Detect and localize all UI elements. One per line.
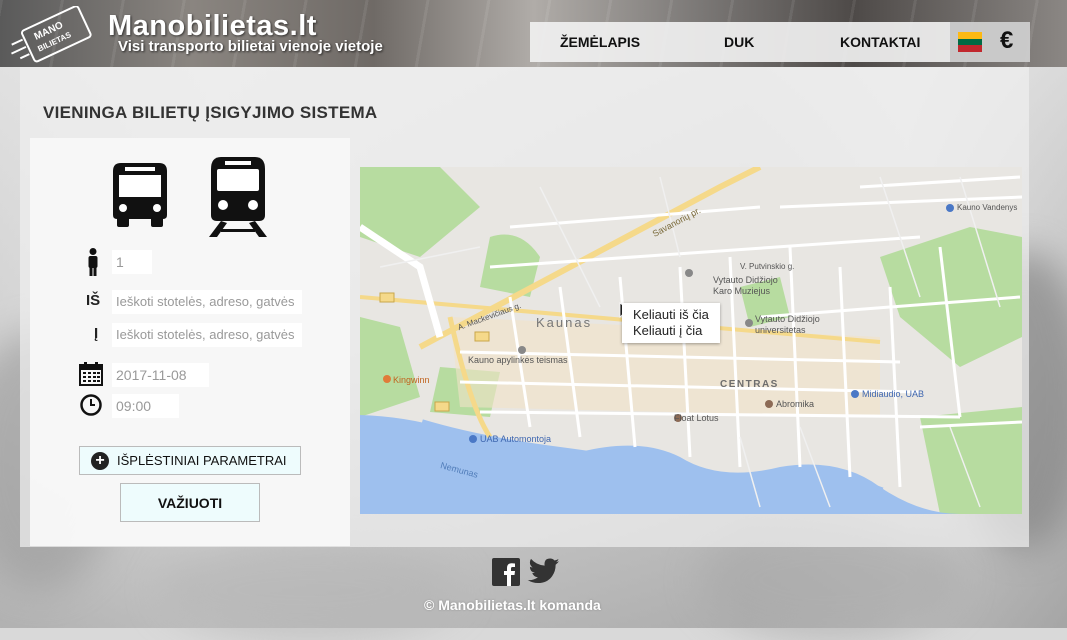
clock-icon[interactable] <box>80 394 102 416</box>
advanced-params-button[interactable]: + IŠPLĖSTINIAI PARAMETRAI <box>79 446 301 475</box>
map-poi-label: Vytauto Didžiojo universitetas <box>755 314 820 335</box>
map-poi-label: UAB Automontoja <box>480 434 552 444</box>
passengers-input[interactable]: 1 <box>112 250 152 274</box>
ticket-logo-icon[interactable]: MANO BILIETAS <box>6 6 102 66</box>
time-input[interactable]: 09:00 <box>112 394 179 418</box>
lithuania-flag-icon[interactable] <box>958 32 982 52</box>
map-city-label: Kaunas <box>536 315 593 330</box>
map-poi-label: Kauno Vandenys <box>957 203 1018 212</box>
nav-contacts-link[interactable]: KONTAKTAI <box>840 34 920 50</box>
map-poi-label: Kingwinn <box>393 375 430 385</box>
date-input[interactable]: 2017-11-08 <box>112 363 209 387</box>
map-poi-label: Kauno apylinkės teismas <box>468 355 568 365</box>
to-input[interactable]: Ieškoti stotelės, adreso, gatvės <box>112 323 302 347</box>
travel-from-here-option[interactable]: Keliauti iš čia <box>633 307 720 323</box>
footer-copyright: © Manobilietas.lt komanda <box>424 597 601 613</box>
map-context-menu: Keliauti iš čia Keliauti į čia <box>622 303 720 343</box>
from-input[interactable]: Ieškoti stotelės, adreso, gatvės <box>112 290 302 314</box>
facebook-icon[interactable] <box>492 558 520 586</box>
nav-faq-link[interactable]: DUK <box>724 34 754 50</box>
map-poi-label: Vytauto Didžiojo Karo Muziejus <box>713 275 778 296</box>
locale-switcher: € <box>950 22 1030 62</box>
travel-to-here-option[interactable]: Keliauti į čia <box>633 323 720 339</box>
submit-button[interactable]: VAŽIUOTI <box>120 483 260 522</box>
currency-euro-button[interactable]: € <box>1000 27 1013 55</box>
main-nav: ŽEMĖLAPIS DUK KONTAKTAI <box>530 22 950 62</box>
advanced-params-label: IŠPLĖSTINIAI PARAMETRAI <box>117 453 287 468</box>
bus-icon[interactable] <box>111 163 169 229</box>
twitter-icon[interactable] <box>526 558 559 586</box>
map-street-label: V. Putvinskio g. <box>740 262 795 271</box>
calendar-icon[interactable] <box>79 362 103 386</box>
map-district-label: CENTRAS <box>720 379 779 390</box>
brand-tagline: Visi transporto bilietai vienoje vietoje <box>118 38 383 55</box>
map-poi-label: Abromika <box>776 399 815 409</box>
nav-map-link[interactable]: ŽEMĖLAPIS <box>560 34 640 50</box>
train-icon[interactable] <box>207 157 269 237</box>
map-poi-label: Midiaudio, UAB <box>862 389 925 399</box>
to-label: Į <box>94 325 99 342</box>
page-title: VIENINGA BILIETŲ ĮSIGYJIMO SISTEMA <box>43 103 378 122</box>
person-icon <box>88 248 98 276</box>
from-label: IŠ <box>86 292 101 309</box>
plus-circle-icon: + <box>91 451 109 470</box>
map-poi-label: Float Lotus <box>674 413 719 423</box>
